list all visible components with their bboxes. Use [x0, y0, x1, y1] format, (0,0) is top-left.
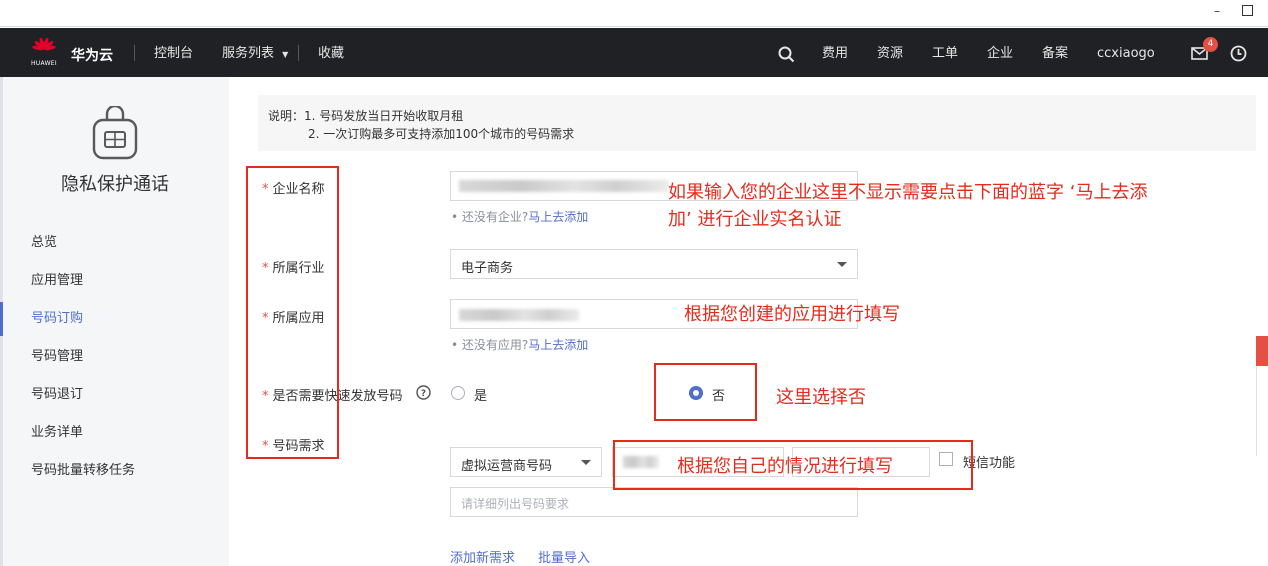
nav-favorites[interactable]: 收藏 — [318, 46, 344, 62]
nav-tickets[interactable]: 工单 — [932, 46, 958, 62]
top-navbar: HUAWEI 华为云 控制台 服务列表 ▼ 收藏 费用 资源 工单 企业 备案 … — [0, 28, 1268, 77]
fast-yes-radio[interactable] — [451, 386, 465, 400]
sidebar-item-overview[interactable]: 总览 — [31, 235, 57, 251]
nav-resources[interactable]: 资源 — [877, 46, 903, 62]
sidebar-item-call-records[interactable]: 业务详单 — [31, 425, 83, 441]
add-app-link[interactable]: 马上去添加 — [528, 338, 588, 352]
nav-services-label: 服务列表 — [222, 46, 275, 61]
demand-detail-placeholder: 请详细列出号码要求 — [461, 497, 570, 511]
clock-icon[interactable] — [1230, 45, 1247, 62]
batch-import-link[interactable]: 批量导入 — [538, 547, 590, 566]
add-demand-link[interactable]: 添加新需求 — [450, 547, 515, 566]
sidebar-active-indicator — [0, 302, 3, 336]
company-hint: • 还没有企业?马上去添加 — [451, 210, 589, 224]
sidebar-item-app-management[interactable]: 应用管理 — [31, 273, 83, 289]
window-titlebar — [0, 0, 1268, 27]
sim-card-icon — [92, 106, 138, 160]
fast-yes-label[interactable]: 是 — [474, 385, 487, 404]
number-type-value: 虚拟运营商号码 — [461, 459, 553, 474]
logo-text: HUAWEI — [31, 60, 57, 67]
blurred-value — [459, 309, 579, 321]
blurred-value — [459, 180, 669, 192]
annotation-company-note-2: 加’ 进行企业实名认证 — [668, 209, 842, 230]
nav-username[interactable]: ccxiaogo — [1097, 46, 1155, 62]
search-icon[interactable] — [778, 46, 795, 63]
notice-line-2: 2. 一次订购最多可支持添加100个城市的号码需求 — [308, 127, 575, 141]
app-hint: • 还没有应用?马上去添加 — [451, 338, 589, 352]
message-count-badge: 4 — [1203, 37, 1218, 52]
nav-fees[interactable]: 费用 — [822, 46, 848, 62]
caret-down-icon: ▼ — [282, 50, 289, 59]
notice-line-1: 说明：1. 号码发放当日开始收取月租 — [268, 109, 464, 123]
side-float-header[interactable] — [1256, 336, 1268, 366]
demand-detail-input[interactable]: 请详细列出号码要求 — [450, 487, 858, 517]
annotation-demand-note: 根据您自己的情况进行填写 — [677, 456, 893, 477]
product-title: 隐私保护通话 — [61, 174, 169, 195]
maximize-icon[interactable] — [1242, 5, 1253, 16]
sidebar-item-number-order[interactable]: 号码订购 — [31, 311, 83, 327]
annotation-fast-note: 这里选择否 — [776, 387, 866, 408]
help-icon[interactable]: ? — [416, 385, 431, 400]
minimize-icon[interactable]: – — [1210, 4, 1224, 18]
annotation-app-note: 根据您创建的应用进行填写 — [684, 304, 900, 325]
nav-enterprise[interactable]: 企业 — [987, 46, 1013, 62]
nav-divider — [298, 45, 299, 61]
number-type-select[interactable]: 虚拟运营商号码 — [450, 447, 602, 477]
annotation-radio-box — [654, 363, 757, 421]
dropdown-caret-icon — [837, 262, 847, 267]
annotation-label-box — [246, 166, 339, 459]
notice-box: 说明：1. 号码发放当日开始收取月租 2. 一次订购最多可支持添加100个城市的… — [258, 95, 1256, 151]
sidebar-item-number-unsubscribe[interactable]: 号码退订 — [31, 387, 83, 403]
brand-name[interactable]: 华为云 — [71, 45, 113, 65]
huawei-logo-icon[interactable] — [30, 38, 58, 58]
industry-select[interactable]: 电子商务 — [450, 249, 858, 279]
dropdown-caret-icon — [581, 460, 591, 465]
nav-services[interactable]: 服务列表 ▼ — [222, 46, 288, 63]
annotation-company-note-1: 如果输入您的企业这里不显示需要点击下面的蓝字 ‘马上去添 — [668, 182, 1148, 203]
svg-text:?: ? — [421, 389, 426, 399]
sidebar-item-number-management[interactable]: 号码管理 — [31, 349, 83, 365]
nav-console[interactable]: 控制台 — [154, 46, 193, 62]
industry-value: 电子商务 — [461, 261, 514, 276]
nav-filing[interactable]: 备案 — [1042, 46, 1068, 62]
sidebar-item-batch-transfer[interactable]: 号码批量转移任务 — [31, 463, 135, 479]
add-company-link[interactable]: 马上去添加 — [528, 210, 588, 224]
nav-divider — [134, 45, 135, 61]
